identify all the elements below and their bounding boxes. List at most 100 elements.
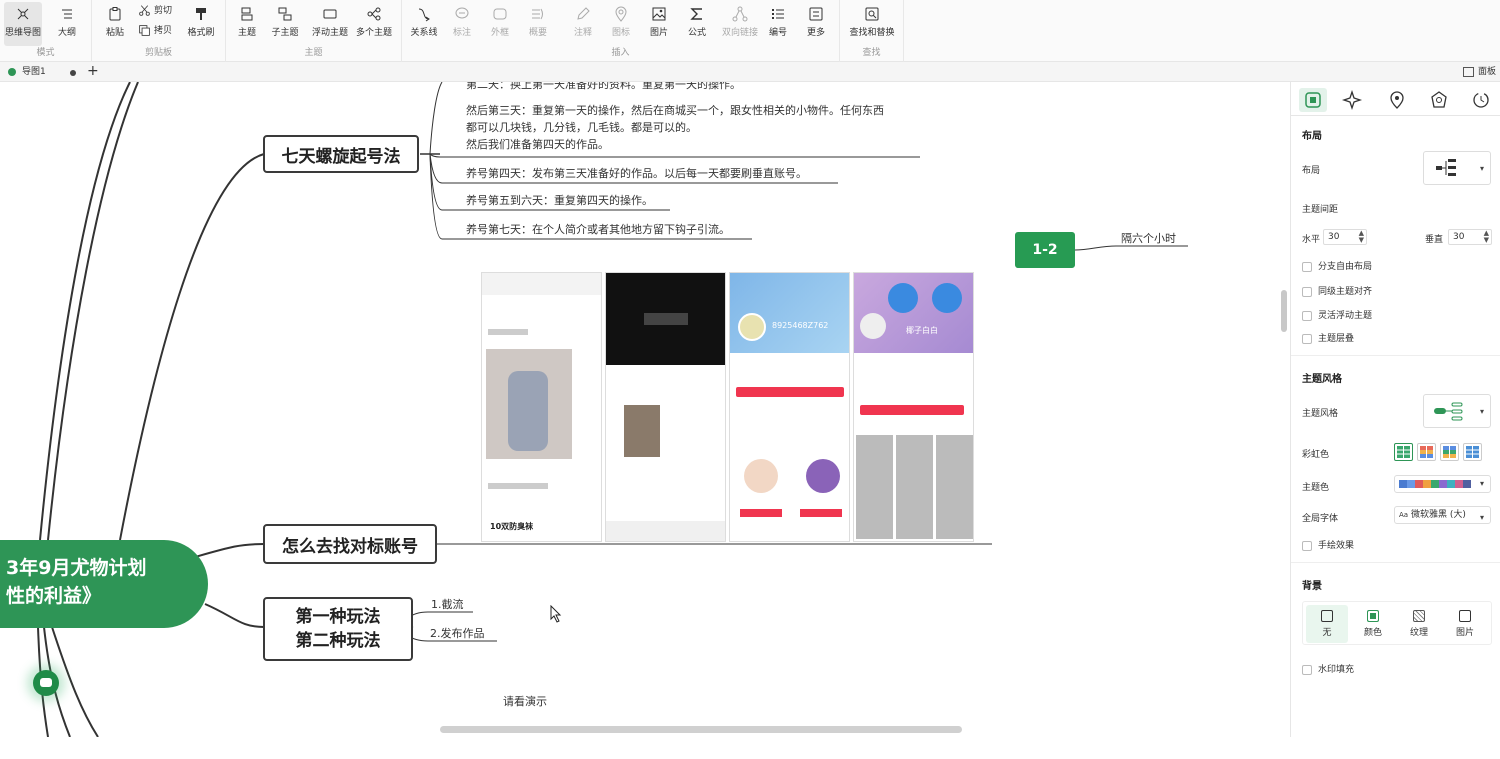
note-label: 注释 — [573, 28, 592, 38]
more-button[interactable]: 更多 — [797, 2, 835, 46]
tab-bar: 导图1 + 面板 — [0, 62, 1500, 82]
topic-button[interactable]: 主题 — [228, 2, 266, 46]
image-button[interactable]: 图片 — [640, 2, 678, 46]
paste-icon — [109, 7, 121, 21]
layout-select[interactable]: ▾ — [1423, 151, 1491, 185]
pencil-icon — [577, 7, 590, 20]
section-background-title: 背景 — [1302, 581, 1322, 592]
subtopic-button[interactable]: 子主题 — [266, 2, 304, 46]
leaf-publish-works[interactable]: 2.发布作品 — [430, 625, 485, 642]
ai-assistant-icon[interactable] — [33, 670, 59, 696]
tab-history[interactable] — [1467, 88, 1495, 112]
checkbox-icon — [1302, 262, 1312, 272]
theme-color-label: 主题色 — [1302, 483, 1330, 493]
checkbox-flexible-floating[interactable]: 灵活浮动主题 — [1302, 311, 1372, 322]
more-icon — [809, 7, 823, 21]
vertical-scrollbar[interactable] — [1281, 290, 1287, 332]
phone-1-title: 10双防臭袜 — [490, 522, 534, 531]
image-icon — [652, 7, 666, 21]
font-select[interactable]: Aa 微软雅黑 (大) ▾ — [1394, 506, 1491, 524]
rainbow-option-2[interactable] — [1417, 443, 1436, 461]
summary-button[interactable]: 概要 — [519, 2, 557, 46]
mindmap-mode-button[interactable]: 思维导图 — [4, 2, 42, 46]
link-nodes-icon — [732, 6, 748, 22]
tab-ai[interactable] — [1341, 88, 1369, 112]
background-none-button[interactable]: 无 — [1306, 605, 1348, 643]
checkbox-hand-drawn-label: 手绘效果 — [1318, 541, 1355, 551]
note-button[interactable]: 注释 — [564, 2, 602, 46]
topic-1-2[interactable]: 1-2 — [1015, 232, 1075, 268]
numbering-button[interactable]: 编号 — [759, 2, 797, 46]
add-tab-button[interactable]: + — [87, 62, 99, 80]
background-color-button[interactable]: 颜色 — [1352, 605, 1394, 643]
topic-label: 主题 — [237, 28, 256, 38]
formula-button[interactable]: 公式 — [678, 2, 716, 46]
cut-button[interactable]: 剪切 — [136, 3, 176, 21]
layout-tree-icon — [1436, 159, 1456, 176]
demo-caption: 请看演示 — [503, 695, 547, 708]
rainbow-option-3[interactable] — [1440, 443, 1459, 461]
tab-marker[interactable] — [1383, 88, 1411, 112]
checkbox-icon — [1302, 334, 1312, 344]
texture-icon — [1413, 610, 1425, 622]
marker-button[interactable]: 图标 — [602, 2, 640, 46]
leaf-day-five-six[interactable]: 养号第五到六天：重复第四天的操作。 — [466, 192, 653, 209]
toolbar-group-insert: 关系线 标注 外框 概要 注释 图标 图片 公式 双向链接 编号 更多 插入 — [402, 0, 840, 62]
horizontal-scrollbar[interactable] — [440, 726, 962, 733]
horizontal-spacing-input[interactable]: 30 ▲ ▼ — [1323, 229, 1367, 245]
stepper-icon[interactable]: ▲ ▼ — [1359, 230, 1364, 244]
phone-screenshot-1[interactable]: 10双防臭袜 — [481, 272, 602, 542]
format-painter-button[interactable]: 格式刷 — [182, 2, 220, 46]
background-image-button[interactable]: 图片 — [1444, 605, 1486, 643]
clock-icon — [1473, 92, 1489, 108]
search-icon — [865, 7, 879, 21]
checkbox-hand-drawn[interactable]: 手绘效果 — [1302, 541, 1354, 552]
leaf-day-two[interactable]: 第二天：换上第一天准备好的资料。重复第一天的操作。 — [466, 82, 741, 93]
rainbow-option-4[interactable] — [1463, 443, 1482, 461]
rainbow-option-1[interactable] — [1394, 443, 1413, 461]
leaf-day-three-line1[interactable]: 然后第三天：重复第一天的操作，然后在商城买一个，跟女性相关的小物件。任何东西 — [466, 102, 884, 119]
document-tab[interactable]: 导图1 — [4, 64, 80, 81]
checkbox-topic-overlap[interactable]: 主题层叠 — [1302, 334, 1354, 345]
outline-mode-button[interactable]: 大纲 — [48, 2, 86, 46]
checkbox-free-layout[interactable]: 分支自由布局 — [1302, 262, 1372, 273]
leaf-day-four[interactable]: 养号第四天：发布第三天准备好的作品。以后每一天都要刷垂直账号。 — [466, 165, 807, 182]
checkbox-watermark[interactable]: 水印填充 — [1302, 665, 1354, 676]
background-texture-button[interactable]: 纹理 — [1398, 605, 1440, 643]
mouse-cursor-icon — [550, 605, 562, 623]
topic-style-select[interactable]: ▾ — [1423, 394, 1491, 428]
relationship-button[interactable]: 关系线 — [405, 2, 443, 46]
phone-screenshot-3[interactable]: 8925468Z762 — [729, 272, 850, 542]
phone-screenshot-2[interactable] — [605, 272, 726, 542]
multiple-topics-button[interactable]: 多个主题 — [348, 2, 400, 46]
checkbox-align-siblings[interactable]: 同级主题对齐 — [1302, 287, 1372, 298]
tab-theme[interactable] — [1425, 88, 1453, 112]
topic-seven-days[interactable]: 七天螺旋起号法 — [263, 135, 419, 173]
callout-button[interactable]: 标注 — [443, 2, 481, 46]
leaf-interception[interactable]: 1.截流 — [431, 596, 464, 613]
find-replace-button[interactable]: 查找和替换 — [846, 2, 898, 46]
vertical-spacing-input[interactable]: 30 ▲ ▼ — [1448, 229, 1492, 245]
mindmap-canvas[interactable]: 七天螺旋起号法 第二天：换上第一天准备好的资料。重复第一天的操作。 然后第三天：… — [0, 82, 1290, 737]
stepper-icon[interactable]: ▲ ▼ — [1484, 230, 1489, 244]
floating-topic-label: 浮动主题 — [311, 28, 348, 38]
brush-icon — [196, 8, 206, 20]
section-layout-title: 布局 — [1302, 131, 1322, 142]
phone-screenshot-4[interactable]: 椰子白白 — [853, 272, 974, 542]
panel-toggle-button[interactable]: 面板 — [1460, 64, 1500, 81]
topic-play-methods[interactable]: 第一种玩法 第二种玩法 — [263, 597, 413, 661]
leaf-day-three-line2[interactable]: 都可以几块钱，几分钱，几毛钱。都是可以的。 — [466, 119, 697, 136]
leaf-day-seven[interactable]: 养号第七天：在个人简介或者其他地方留下钩子引流。 — [466, 221, 730, 238]
theme-color-select[interactable]: ▾ — [1394, 475, 1491, 493]
relationship-label: 关系线 — [410, 28, 438, 38]
topic-find-accounts[interactable]: 怎么去找对标账号 — [263, 524, 437, 564]
checkbox-icon — [1302, 287, 1312, 297]
boundary-button[interactable]: 外框 — [481, 2, 519, 46]
tab-style[interactable] — [1299, 88, 1327, 112]
leaf-day-three-line3[interactable]: 然后我们准备第四天的作品。 — [466, 136, 609, 153]
central-topic[interactable]: 3年9月尤物计划 性的利益》 — [0, 540, 208, 628]
copy-button[interactable]: 拷贝 — [136, 23, 176, 41]
checkbox-flexible-floating-label: 灵活浮动主题 — [1318, 311, 1373, 321]
leaf-six-hours[interactable]: 隔六个小时 — [1121, 230, 1176, 247]
paste-button[interactable]: 粘贴 — [96, 2, 134, 46]
